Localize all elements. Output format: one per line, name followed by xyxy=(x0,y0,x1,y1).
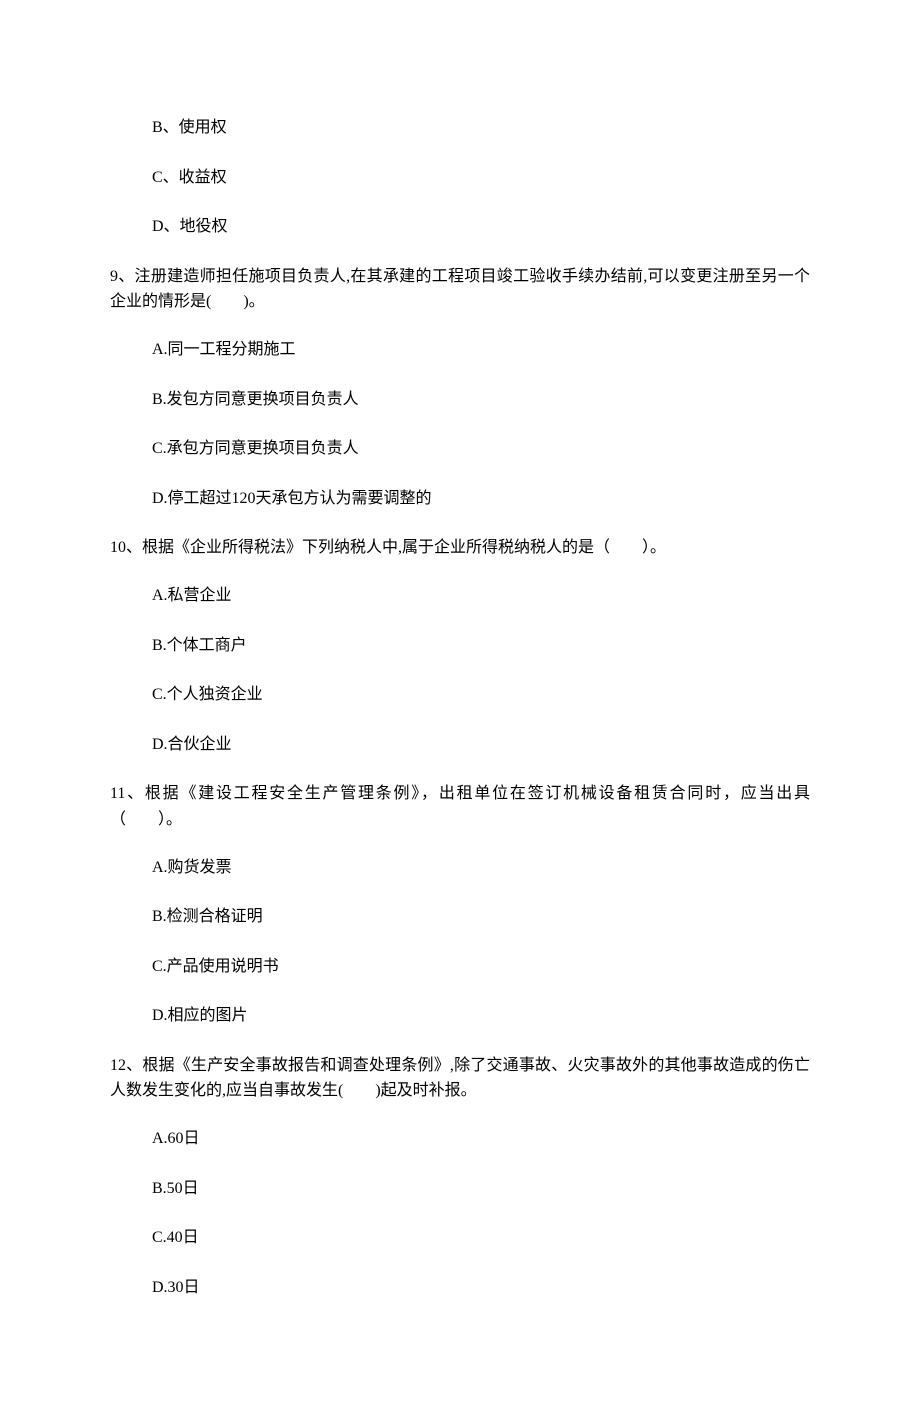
q12-stem: 12、根据《生产安全事故报告和调查处理条例》,除了交通事故、火灾事故外的其他事故… xyxy=(110,1053,810,1104)
q12-option-d: D.30日 xyxy=(110,1275,810,1301)
q8-option-c: C、收益权 xyxy=(110,165,810,191)
q8-option-d: D、地役权 xyxy=(110,214,810,240)
option-text: B.个体工商户 xyxy=(152,637,247,654)
q10-option-d: D.合伙企业 xyxy=(110,732,810,758)
option-text: C.个人独资企业 xyxy=(152,686,263,703)
option-text: C.40日 xyxy=(152,1229,199,1246)
q10-option-b: B.个体工商户 xyxy=(110,633,810,659)
q11-option-a: A.购货发票 xyxy=(110,855,810,881)
q11-option-c: C.产品使用说明书 xyxy=(110,954,810,980)
option-text: C.承包方同意更换项目负责人 xyxy=(152,440,359,457)
question-text: 12、根据《生产安全事故报告和调查处理条例》,除了交通事故、火灾事故外的其他事故… xyxy=(110,1057,810,1100)
q8-option-b: B、使用权 xyxy=(110,115,810,141)
option-text: A.私营企业 xyxy=(152,587,232,604)
question-text: 11、根据《建设工程安全生产管理条例》，出租单位在签订机械设备租赁合同时，应当出… xyxy=(110,785,810,828)
option-text: B.发包方同意更换项目负责人 xyxy=(152,391,359,408)
option-text: A.同一工程分期施工 xyxy=(152,341,296,358)
q12-option-a: A.60日 xyxy=(110,1126,810,1152)
q12-option-c: C.40日 xyxy=(110,1225,810,1251)
option-text: B.检测合格证明 xyxy=(152,908,263,925)
q10-option-a: A.私营企业 xyxy=(110,583,810,609)
q9-stem: 9、注册建造师担任施项目负责人,在其承建的工程项目竣工验收手续办结前,可以变更注… xyxy=(110,264,810,315)
option-text: D.30日 xyxy=(152,1279,200,1296)
option-text: A.购货发票 xyxy=(152,859,232,876)
option-text: D.相应的图片 xyxy=(152,1007,248,1024)
q9-option-a: A.同一工程分期施工 xyxy=(110,337,810,363)
q12-option-b: B.50日 xyxy=(110,1176,810,1202)
option-text: C、收益权 xyxy=(152,169,227,186)
question-text: 10、根据《企业所得税法》下列纳税人中,属于企业所得税纳税人的是（ ）。 xyxy=(110,539,666,556)
q9-option-c: C.承包方同意更换项目负责人 xyxy=(110,436,810,462)
option-text: B、使用权 xyxy=(152,119,227,136)
q9-option-d: D.停工超过120天承包方认为需要调整的 xyxy=(110,486,810,512)
option-text: C.产品使用说明书 xyxy=(152,958,279,975)
option-text: D.停工超过120天承包方认为需要调整的 xyxy=(152,490,432,507)
option-text: A.60日 xyxy=(152,1130,200,1147)
q10-stem: 10、根据《企业所得税法》下列纳税人中,属于企业所得税纳税人的是（ ）。 xyxy=(110,535,810,561)
q10-option-c: C.个人独资企业 xyxy=(110,682,810,708)
question-text: 9、注册建造师担任施项目负责人,在其承建的工程项目竣工验收手续办结前,可以变更注… xyxy=(110,268,810,311)
q11-option-b: B.检测合格证明 xyxy=(110,904,810,930)
option-text: B.50日 xyxy=(152,1180,199,1197)
q11-option-d: D.相应的图片 xyxy=(110,1003,810,1029)
q11-stem: 11、根据《建设工程安全生产管理条例》，出租单位在签订机械设备租赁合同时，应当出… xyxy=(110,781,810,832)
q9-option-b: B.发包方同意更换项目负责人 xyxy=(110,387,810,413)
option-text: D、地役权 xyxy=(152,218,228,235)
option-text: D.合伙企业 xyxy=(152,736,232,753)
